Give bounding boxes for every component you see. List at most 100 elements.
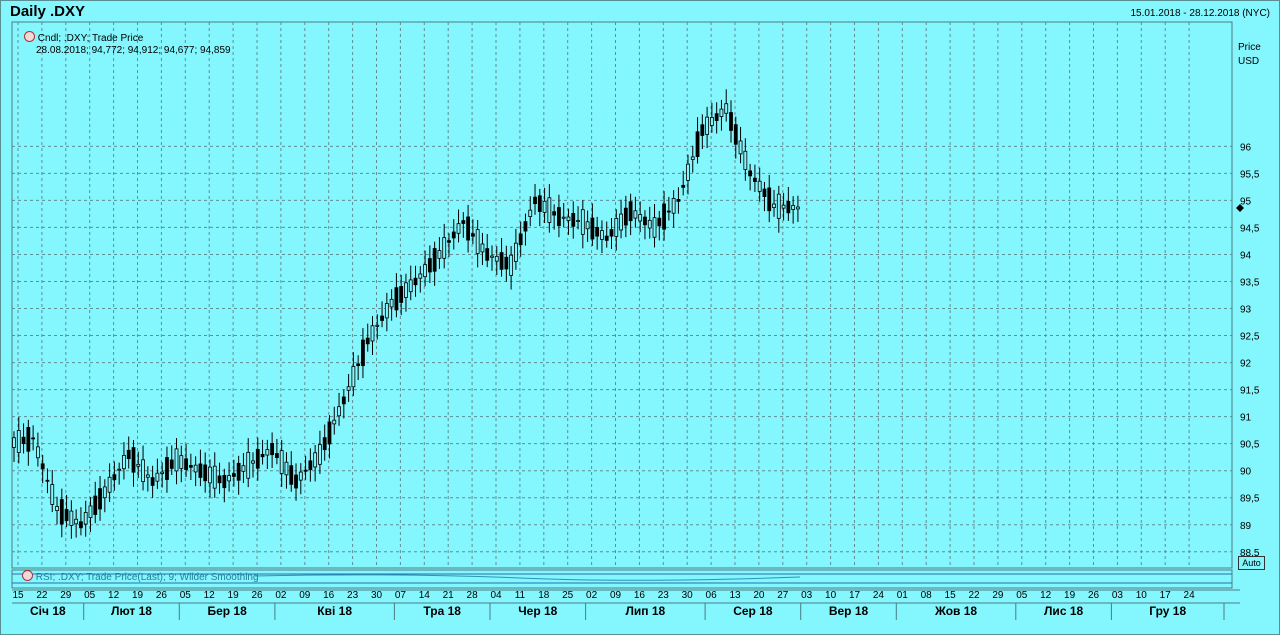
candle-body: [394, 287, 399, 311]
candle-body: [442, 237, 447, 259]
month-label: Лис 18: [1044, 604, 1083, 618]
month-label: Січ 18: [30, 604, 66, 618]
candle-body: [241, 465, 246, 472]
candle-body: [126, 449, 131, 460]
candle-body: [308, 460, 313, 471]
y-tick-label: 93: [1240, 305, 1252, 316]
x-tick-label: 19: [132, 590, 144, 601]
auto-scale-button[interactable]: Auto: [1238, 556, 1265, 570]
candle-body: [12, 437, 16, 448]
candle-body: [762, 188, 767, 197]
month-label: Бер 18: [207, 604, 247, 618]
x-tick-label: 27: [777, 590, 789, 601]
candle-body: [107, 476, 112, 493]
candle-body: [399, 286, 404, 303]
candle-body: [279, 450, 284, 474]
candle-body: [681, 184, 686, 188]
candle-body: [136, 463, 141, 467]
candle-body: [781, 204, 786, 209]
candle-body: [652, 217, 657, 238]
candle-body: [427, 258, 432, 273]
x-tick-label: 03: [801, 590, 813, 601]
x-tick-label: 14: [419, 590, 431, 601]
candle-body: [31, 437, 36, 440]
candle-body: [432, 248, 437, 272]
candle-body: [490, 255, 494, 258]
candle-body: [638, 214, 643, 222]
candle-body: [552, 211, 557, 216]
candle-body: [614, 217, 619, 237]
candle-body: [322, 437, 327, 451]
y-tick-label: 94: [1240, 250, 1252, 261]
x-tick-label: 13: [729, 590, 741, 601]
x-tick-label: 28: [467, 590, 479, 601]
candle-body: [729, 112, 733, 131]
x-tick-label: 10: [825, 590, 837, 601]
x-tick-label: 25: [562, 590, 574, 601]
candle-body: [776, 193, 781, 219]
candle-body: [50, 484, 55, 505]
month-label: Лют 18: [111, 604, 152, 618]
x-tick-label: 18: [538, 590, 550, 601]
candle-body: [757, 180, 762, 192]
candle-body: [174, 448, 179, 472]
candle-body: [98, 488, 102, 510]
candle-body: [274, 453, 279, 458]
candle-body: [623, 207, 628, 226]
candle-body: [102, 486, 107, 499]
candle-body: [557, 207, 561, 227]
candle-body: [289, 465, 294, 485]
y-tick-label: 92: [1240, 359, 1252, 370]
candle-body: [753, 177, 757, 182]
candle-body: [203, 464, 208, 482]
x-tick-label: 06: [706, 590, 718, 601]
candle-body: [208, 466, 212, 484]
legend-settings-icon[interactable]: [24, 31, 35, 42]
candle-body: [251, 460, 255, 464]
month-label: Сер 18: [733, 604, 773, 618]
candle-body: [571, 212, 576, 227]
x-tick-label: 16: [634, 590, 646, 601]
candle-body: [351, 366, 356, 388]
candle-body: [83, 512, 88, 525]
candle-body: [145, 474, 150, 478]
candle-body: [738, 140, 743, 155]
candle-body: [93, 495, 98, 515]
month-label: Лип 18: [625, 604, 665, 618]
x-tick-label: 09: [610, 590, 622, 601]
x-tick-label: 24: [873, 590, 885, 601]
candle-body: [74, 518, 79, 525]
candle-body: [604, 235, 609, 241]
plot-area: [11, 21, 1233, 569]
candle-body: [222, 474, 227, 489]
candle-body: [236, 462, 241, 481]
y-tick-label: 92,5: [1240, 332, 1260, 343]
candle-body: [576, 220, 580, 222]
candle-body: [643, 216, 647, 226]
candle-body: [361, 339, 365, 367]
rsi-settings-icon[interactable]: [22, 570, 33, 581]
candle-body: [255, 449, 260, 469]
candle-body: [117, 468, 122, 471]
candle-body: [628, 201, 633, 222]
candle-body: [475, 229, 480, 254]
candle-body: [184, 458, 188, 471]
candle-body: [294, 474, 298, 489]
candle-body: [193, 464, 198, 473]
candle-body: [188, 465, 193, 468]
candle-body: [796, 206, 800, 210]
x-tick-label: 15: [945, 590, 957, 601]
candle-body: [122, 454, 126, 470]
x-tick-label: 02: [586, 590, 598, 601]
legend-ohlc: 28.08.2018; 94,772; 94,912; 94,677; 94,8…: [36, 45, 231, 56]
candle-body: [647, 219, 652, 229]
candle-body: [547, 197, 552, 223]
candle-body: [700, 124, 705, 136]
candle-body: [499, 252, 504, 270]
x-tick-label: 02: [275, 590, 287, 601]
candle-body: [88, 505, 93, 519]
candle-body: [595, 226, 600, 237]
candle-body: [671, 197, 676, 214]
x-tick-label: 17: [849, 590, 861, 601]
candle-body: [346, 386, 351, 391]
